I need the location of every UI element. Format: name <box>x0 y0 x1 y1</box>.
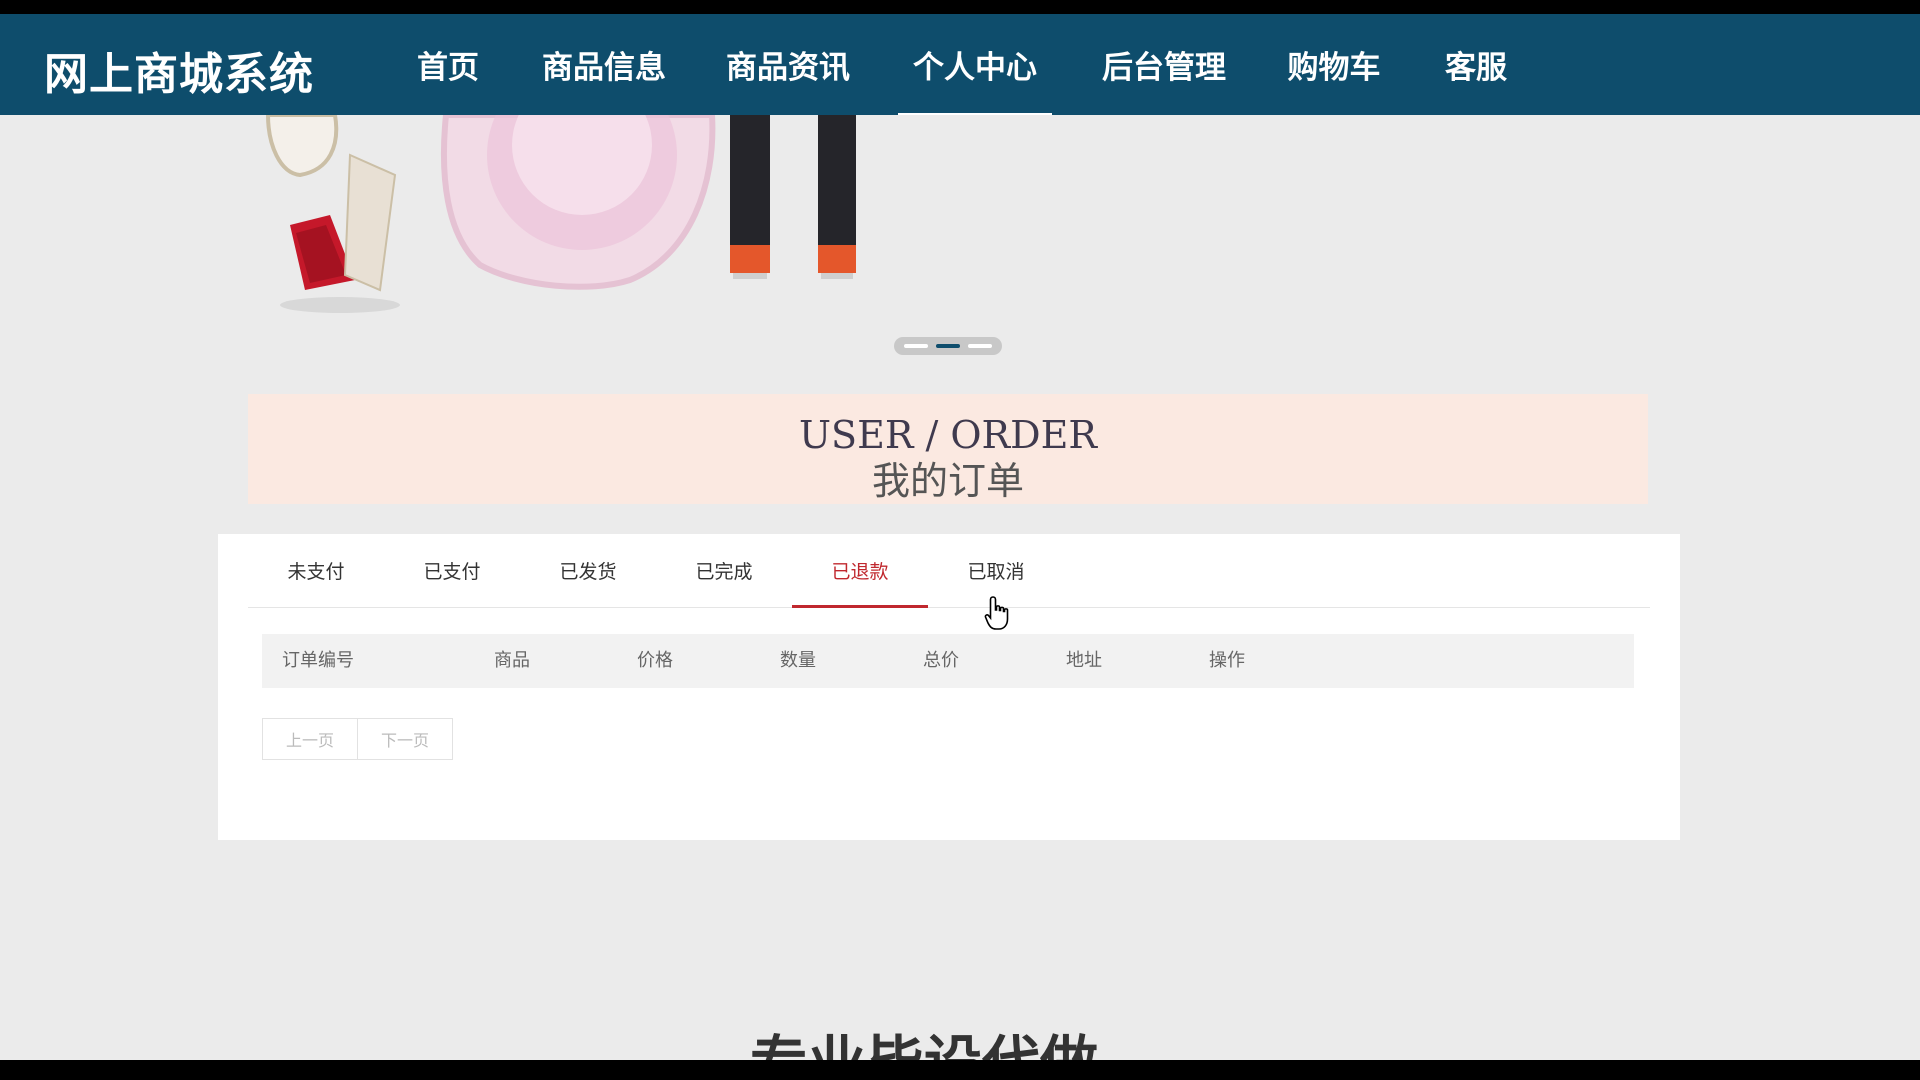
nav-personal-center[interactable]: 个人中心 <box>898 14 1052 117</box>
carousel-dot-2[interactable] <box>936 344 960 348</box>
order-status-tabs: 未支付 已支付 已发货 已完成 已退款 已取消 <box>248 534 1650 608</box>
tab-completed[interactable]: 已完成 <box>656 534 792 607</box>
section-title-cn: 我的订单 <box>871 459 1024 503</box>
bottom-caption: 专业毕设代做 <box>750 1028 1098 1060</box>
column-actions: 操作 <box>1209 650 1245 671</box>
column-price: 价格 <box>637 650 673 671</box>
column-address: 地址 <box>1066 650 1102 671</box>
tab-shipped[interactable]: 已发货 <box>520 534 656 607</box>
hand-cursor-icon <box>984 596 1009 630</box>
perfume-image <box>440 115 716 290</box>
nav-product-news[interactable]: 商品资讯 <box>712 14 864 115</box>
next-page-button[interactable]: 下一页 <box>358 718 453 760</box>
carousel-indicators <box>894 337 1002 355</box>
nav-cart[interactable]: 购物车 <box>1276 14 1392 115</box>
section-title-en: USER / ORDER <box>799 413 1097 457</box>
column-quantity: 数量 <box>780 650 816 671</box>
column-total: 总价 <box>923 650 959 671</box>
carousel-dot-1[interactable] <box>904 344 928 348</box>
order-panel: 未支付 已支付 已发货 已完成 已退款 已取消 订单编号 商品 价格 数量 总价… <box>218 534 1680 840</box>
nav-home[interactable]: 首页 <box>400 14 496 115</box>
tab-unpaid[interactable]: 未支付 <box>248 534 384 607</box>
banner-carousel[interactable] <box>0 115 1920 389</box>
pagination: 上一页 下一页 <box>262 718 453 760</box>
prev-page-button[interactable]: 上一页 <box>262 718 358 760</box>
nav-admin[interactable]: 后台管理 <box>1088 14 1240 115</box>
watch-image <box>265 115 400 313</box>
tab-refunded[interactable]: 已退款 <box>792 534 928 608</box>
page: 网上商城系统 首页 商品信息 商品资讯 个人中心 后台管理 购物车 客服 USE… <box>0 14 1920 1060</box>
order-table-header: 订单编号 商品 价格 数量 总价 地址 操作 <box>262 634 1634 688</box>
column-product: 商品 <box>494 650 530 671</box>
site-brand[interactable]: 网上商城系统 <box>44 38 314 102</box>
lipstick-image <box>730 115 856 279</box>
section-title-band: USER / ORDER 我的订单 <box>248 394 1648 504</box>
carousel-dot-3[interactable] <box>968 344 992 348</box>
column-order-number: 订单编号 <box>282 650 354 671</box>
top-navbar: 网上商城系统 首页 商品信息 商品资讯 个人中心 后台管理 购物车 客服 <box>0 14 1920 117</box>
tab-paid[interactable]: 已支付 <box>384 534 520 607</box>
nav-service[interactable]: 客服 <box>1428 14 1524 115</box>
banner-products-image <box>265 115 856 313</box>
nav-product-info[interactable]: 商品信息 <box>528 14 680 115</box>
